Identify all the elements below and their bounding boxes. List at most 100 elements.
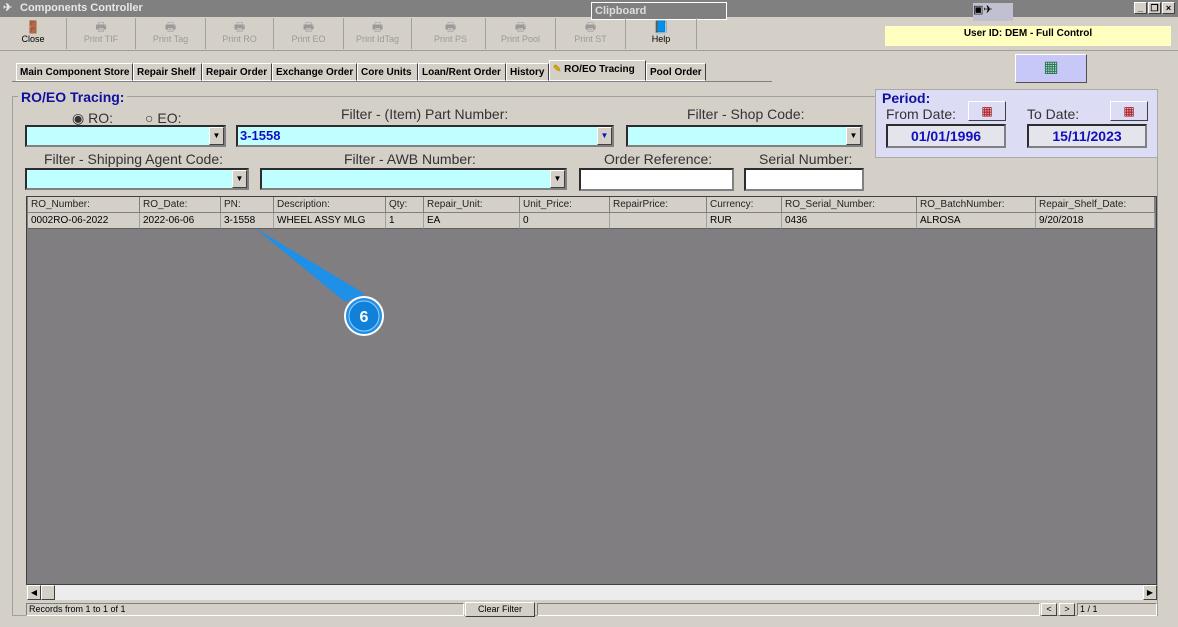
tab-label: Repair Order	[206, 67, 268, 78]
next-page-button[interactable]: >	[1059, 603, 1075, 616]
to-date-field[interactable]: 15/11/2023	[1027, 124, 1147, 148]
export-excel-button[interactable]: ▦	[1015, 54, 1087, 83]
column-header[interactable]: RO_Serial_Number:	[782, 197, 917, 213]
tab-ro-eo-tracing[interactable]: ✎ RO/EO Tracing	[549, 60, 646, 81]
printer-icon: 🖶	[371, 20, 384, 34]
order-reference-label: Order Reference:	[604, 151, 713, 167]
tab-main-component-store[interactable]: Main Component Store	[16, 63, 133, 81]
column-header[interactable]: RO_Date:	[140, 197, 221, 213]
period-panel: Period: From Date: ▦ 01/01/1996 To Date:…	[875, 89, 1158, 158]
shop-code-combo[interactable]: ▼	[626, 125, 863, 147]
toolbar-close-button[interactable]: 🚪 Close	[0, 18, 67, 49]
toolbar-print-pool-button[interactable]: 🖶 Print Pool	[486, 18, 556, 49]
awb-label: Filter - AWB Number:	[344, 151, 476, 167]
column-header[interactable]: Repair_Shelf_Date:	[1036, 197, 1155, 213]
table-cell[interactable]: 0436	[782, 213, 917, 229]
table-cell[interactable]: 0002RO-06-2022	[28, 213, 140, 229]
printer-icon: 🖶	[233, 20, 246, 34]
toolbar-print-eo-button[interactable]: 🖶 Print EO	[274, 18, 344, 49]
toolbar-help-button[interactable]: 📘 Help	[626, 18, 697, 49]
printer-icon: 🖶	[444, 20, 457, 34]
tray-icons[interactable]: ▣✈	[973, 3, 1013, 21]
tab-label: History	[510, 67, 545, 78]
tab-label: Loan/Rent Order	[422, 67, 501, 78]
toolbar-print-tif-button[interactable]: 🖶 Print TIF	[67, 18, 136, 49]
column-header[interactable]: RepairPrice:	[610, 197, 707, 213]
column-header[interactable]: Unit_Price:	[520, 197, 610, 213]
from-date-field[interactable]: 01/01/1996	[886, 124, 1006, 148]
toolbar-print-ro-button[interactable]: 🖶 Print RO	[206, 18, 274, 49]
table-cell[interactable]: WHEEL ASSY MLG	[274, 213, 386, 229]
chevron-down-icon[interactable]: ▼	[209, 127, 224, 145]
column-header[interactable]: RO_BatchNumber:	[917, 197, 1036, 213]
prev-page-button[interactable]: <	[1041, 603, 1057, 616]
chevron-down-icon[interactable]: ▼	[550, 170, 565, 188]
tab-pool-order[interactable]: Pool Order	[646, 63, 706, 81]
table-cell[interactable]: RUR	[707, 213, 782, 229]
serial-number-input[interactable]	[744, 168, 864, 191]
from-date-label: From Date:	[886, 106, 957, 122]
divider	[0, 50, 1178, 51]
tab-label: Core Units	[361, 67, 412, 78]
chevron-down-icon[interactable]: ▼	[597, 127, 612, 145]
printer-icon: 🖶	[95, 20, 107, 34]
records-status: Records from 1 to 1 of 1	[26, 603, 464, 616]
table-cell[interactable]	[610, 213, 707, 229]
toolbar-print-st-button[interactable]: 🖶 Print ST	[556, 18, 626, 49]
table-cell[interactable]: ALROSA	[917, 213, 1036, 229]
chevron-down-icon[interactable]: ▼	[846, 127, 861, 145]
table-cell[interactable]: 1	[386, 213, 424, 229]
tab-repair-order[interactable]: Repair Order	[202, 63, 272, 81]
toolbar-button-label: Print Tag	[152, 34, 189, 44]
toolbar-print-ps-button[interactable]: 🖶 Print PS	[416, 18, 486, 49]
tab-history[interactable]: History	[506, 63, 549, 81]
horizontal-scrollbar[interactable]: ◀ ▶	[27, 585, 1157, 600]
table-cell[interactable]: EA	[424, 213, 520, 229]
column-header[interactable]: RO_Number:	[28, 197, 140, 213]
excel-icon: ▦	[1043, 59, 1059, 76]
from-date-calendar-button[interactable]: ▦	[968, 101, 1006, 121]
shipping-agent-label: Filter - Shipping Agent Code:	[44, 151, 223, 167]
restore-button[interactable]: ❐	[1148, 2, 1161, 14]
part-number-combo[interactable]: 3-1558 ▼	[236, 125, 614, 147]
tab-exchange-order[interactable]: Exchange Order	[272, 63, 357, 81]
toolbar-button-label: Close	[21, 34, 45, 44]
column-header[interactable]: Currency:	[707, 197, 782, 213]
tab-loan-rent-order[interactable]: Loan/Rent Order	[418, 63, 506, 81]
printer-icon: 🖶	[164, 20, 177, 34]
table-cell[interactable]: 9/20/2018	[1036, 213, 1155, 229]
scroll-right-button[interactable]: ▶	[1143, 585, 1157, 600]
table-cell[interactable]: 0	[520, 213, 610, 229]
minimize-button[interactable]: _	[1134, 2, 1147, 14]
radio-eo[interactable]: ○ EO:	[145, 110, 181, 126]
tab-repair-shelf[interactable]: Repair Shelf	[133, 63, 202, 81]
table-cell[interactable]: 2022-06-06	[140, 213, 221, 229]
table-cell[interactable]: 3-1558	[221, 213, 274, 229]
toolbar-print-idtag-button[interactable]: 🖶 Print IdTag	[344, 18, 412, 49]
tab-label: Exchange Order	[276, 67, 354, 78]
clear-filter-button[interactable]: Clear Filter	[465, 602, 535, 617]
notepad-icon: ✎	[553, 64, 565, 75]
ro-eo-number-combo[interactable]: ▼	[25, 125, 226, 147]
chevron-down-icon[interactable]: ▼	[232, 170, 247, 188]
toolbar-button-label: Print PS	[433, 34, 467, 44]
column-header[interactable]: Description:	[274, 197, 386, 213]
toolbar-print-tag-button[interactable]: 🖶 Print Tag	[136, 18, 206, 49]
scroll-left-button[interactable]: ◀	[27, 585, 41, 600]
tab-label: RO/EO Tracing	[564, 64, 635, 75]
tab-label: Main Component Store	[20, 67, 130, 78]
user-id-banner: User ID: DEM - Full Control	[885, 26, 1171, 46]
order-reference-input[interactable]	[579, 168, 734, 191]
calendar-icon: ▦	[1123, 104, 1135, 118]
awb-combo[interactable]: ▼	[260, 168, 567, 190]
tab-core-units[interactable]: Core Units	[357, 63, 418, 81]
column-header[interactable]: Qty:	[386, 197, 424, 213]
toolbar-button-label: Print RO	[222, 34, 257, 44]
to-date-calendar-button[interactable]: ▦	[1110, 101, 1148, 121]
column-header[interactable]: PN:	[221, 197, 274, 213]
close-window-button[interactable]: ×	[1162, 2, 1175, 14]
scroll-thumb[interactable]	[41, 585, 55, 600]
column-header[interactable]: Repair_Unit:	[424, 197, 520, 213]
shipping-agent-combo[interactable]: ▼	[25, 168, 249, 190]
part-number-value: 3-1558	[240, 128, 281, 143]
